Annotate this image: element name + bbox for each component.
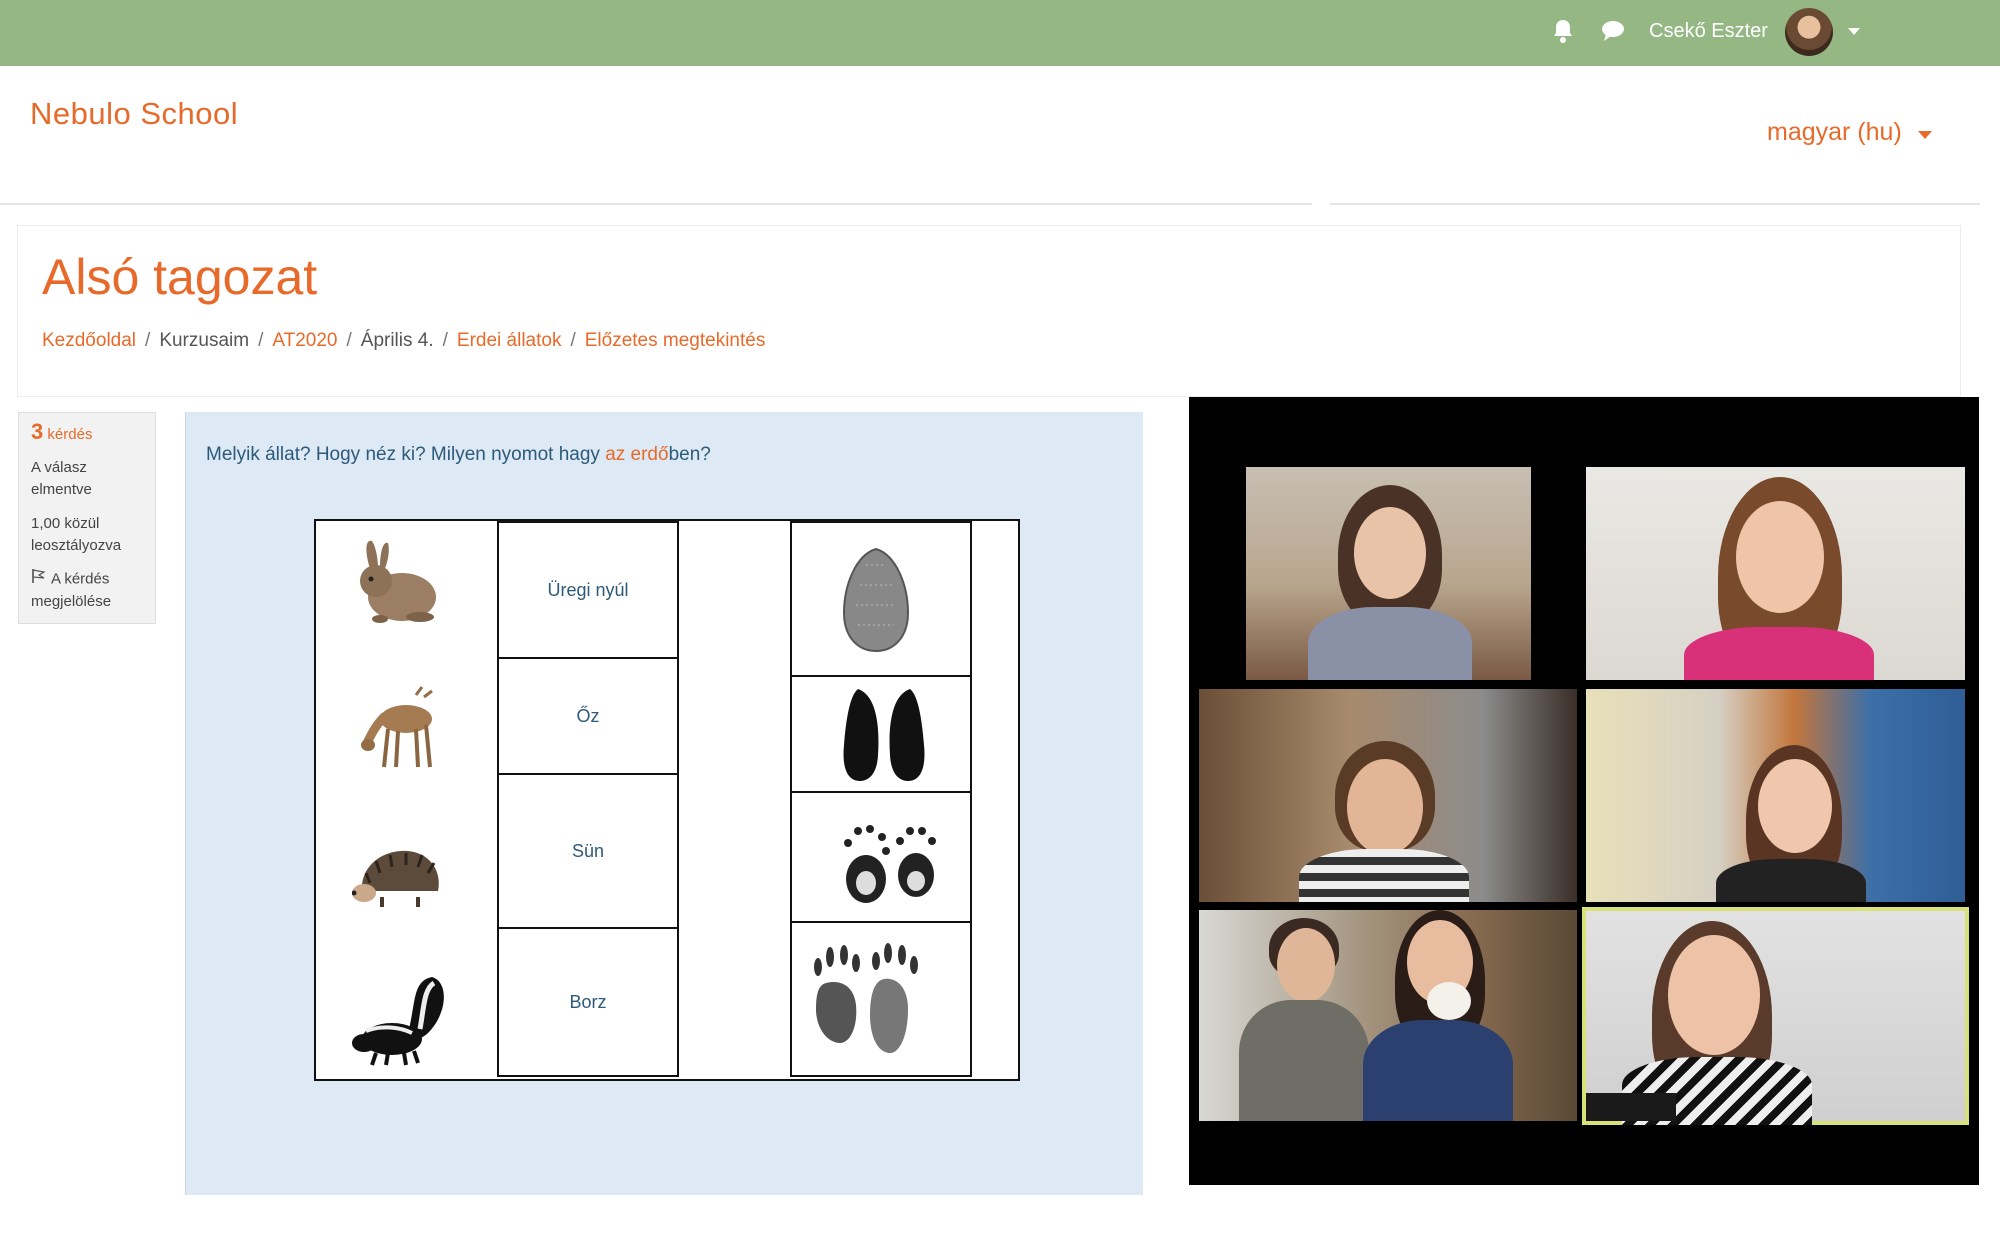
chevron-down-icon[interactable]: [1918, 131, 1932, 139]
badger-track-icon: [814, 943, 918, 1053]
user-name[interactable]: Csekő Eszter: [1649, 20, 1768, 43]
drop-zone[interactable]: Borz: [497, 927, 679, 1077]
participant-video[interactable]: [1586, 689, 1965, 902]
page-title: Alsó tagozat: [42, 249, 318, 305]
track-cell[interactable]: [790, 791, 972, 923]
question-content: Melyik állat? Hogy néz ki? Milyen nyomot…: [185, 412, 1143, 1195]
language-selector[interactable]: magyar (hu): [1767, 118, 1902, 147]
hedgehog-icon: [352, 850, 439, 907]
drop-zone[interactable]: Üregi nyúl: [497, 521, 679, 659]
participant-video-active[interactable]: [1582, 907, 1969, 1125]
question-number: 3 kérdés: [31, 419, 93, 444]
divider: [1330, 203, 1980, 205]
page-header: Alsó tagozat Kezdőoldal / Kurzusaim / AT2020…: [17, 225, 1961, 397]
participant-video[interactable]: [1199, 910, 1577, 1121]
skunk-icon: [352, 977, 444, 1066]
drop-zone[interactable]: Őz: [497, 657, 679, 775]
breadcrumb-item[interactable]: Előzetes megtekintés: [585, 330, 766, 352]
question-text: Melyik állat? Hogy néz ki? Milyen nyomot…: [206, 444, 711, 465]
chat-icon[interactable]: [1600, 18, 1626, 49]
chevron-down-icon[interactable]: [1848, 28, 1860, 35]
participant-video[interactable]: [1199, 689, 1577, 902]
track-cell[interactable]: [790, 675, 972, 793]
video-call-panel: [1189, 397, 1979, 1185]
breadcrumb-item: Április 4.: [360, 330, 434, 351]
hedgehog-track-icon: [844, 825, 936, 903]
rabbit-icon: [360, 540, 436, 623]
deer-icon: [361, 686, 433, 768]
flag-icon[interactable]: [31, 568, 47, 591]
deer-hoof-track-icon: [843, 689, 925, 781]
matching-table: Üregi nyúl Őz Sün Borz: [314, 519, 1020, 1081]
breadcrumb: Kezdőoldal / Kurzusaim / AT2020/Április 4. / E…: [42, 330, 766, 352]
breadcrumb-item[interactable]: AT2020: [272, 330, 337, 352]
participant-video[interactable]: [1586, 467, 1965, 680]
drop-zone[interactable]: Sün: [497, 773, 679, 929]
participant-video[interactable]: [1246, 467, 1531, 680]
track-cell[interactable]: [790, 521, 972, 677]
answer-status: A válasz elmentve: [31, 459, 92, 498]
bell-icon[interactable]: [1551, 18, 1575, 49]
participant-name-label: [1586, 1093, 1676, 1121]
top-navbar: Csekő Eszter: [0, 0, 2000, 66]
rabbit-track-icon: [842, 547, 910, 653]
flag-question-link[interactable]: A kérdés megjelölése: [31, 568, 151, 613]
divider: [0, 203, 1312, 205]
breadcrumb-item: Kurzusaim: [159, 330, 250, 351]
grade-status: 1,00 közül leosztályozva: [31, 515, 122, 554]
avatar[interactable]: [1785, 8, 1833, 56]
breadcrumb-item[interactable]: Erdei állatok: [457, 330, 562, 352]
site-name[interactable]: Nebulo School: [30, 96, 238, 132]
breadcrumb-item[interactable]: Kezdőoldal: [42, 330, 136, 352]
question-info-panel: 3 kérdés A válasz elmentve 1,00 közül le…: [18, 412, 156, 624]
track-cell[interactable]: [790, 921, 972, 1077]
